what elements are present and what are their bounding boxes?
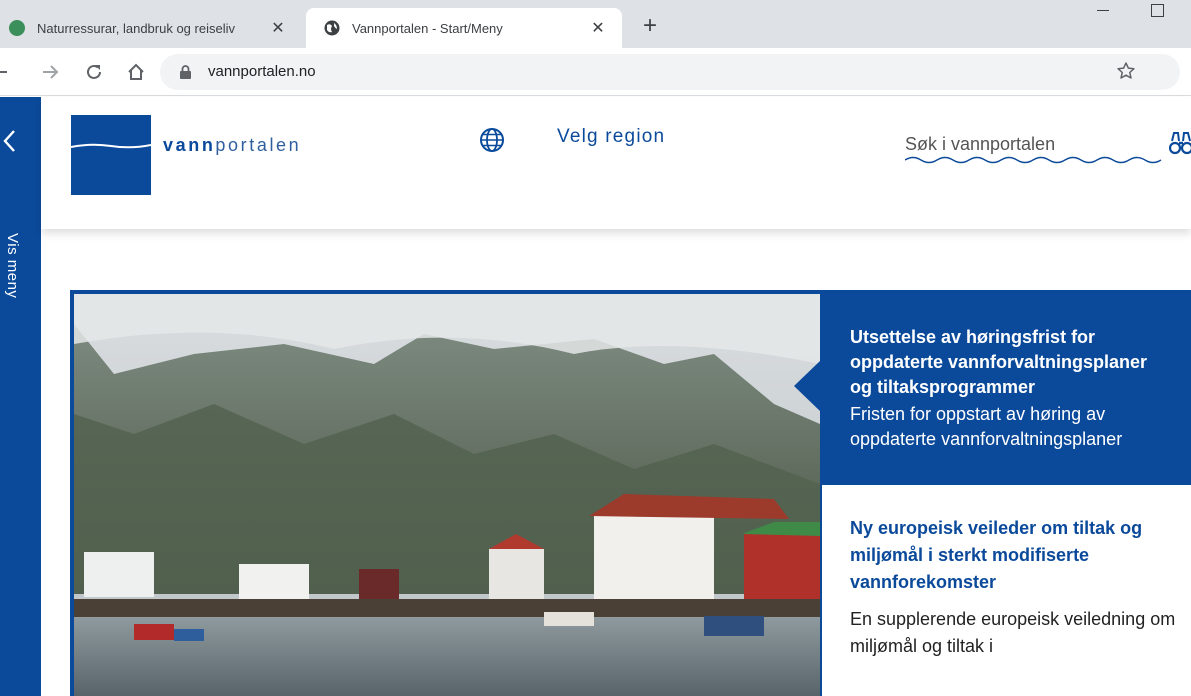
browser-tab-1[interactable]: Naturressurar, landbruk og reiseliv ✕ — [0, 8, 302, 48]
new-tab-button[interactable]: + — [638, 12, 662, 39]
binoculars-search-icon[interactable] — [1168, 131, 1191, 162]
logo-word-bold: vann — [163, 135, 216, 155]
reload-icon[interactable] — [82, 60, 106, 84]
browser-tab-2[interactable]: Vannportalen - Start/Meny ✕ — [306, 8, 622, 48]
url-text: vannportalen.no — [208, 63, 316, 80]
address-bar[interactable]: vannportalen.no — [160, 54, 1180, 90]
window-maximize-icon[interactable] — [1151, 4, 1164, 17]
news-item[interactable]: Ny europeisk veileder om tiltak og miljø… — [822, 485, 1191, 696]
globe-icon[interactable] — [479, 127, 505, 158]
bookmark-star-icon[interactable] — [1116, 61, 1136, 86]
back-arrow-icon[interactable] — [0, 60, 12, 84]
lock-icon[interactable] — [180, 65, 191, 84]
globe-favicon-icon — [324, 20, 340, 36]
tab-title: Naturressurar, landbruk og reiseliv — [37, 20, 235, 36]
news-headline[interactable]: Utsettelse av høringsfrist for oppdatert… — [850, 325, 1170, 400]
side-menu[interactable]: Vis meny — [0, 97, 41, 696]
tab-close-icon[interactable]: ✕ — [588, 18, 608, 38]
news-item[interactable]: Utsettelse av høringsfrist for oppdatert… — [850, 325, 1170, 452]
site-header: vannportalen Velg region — [41, 97, 1191, 229]
news-headline[interactable]: Ny europeisk veileder om tiltak og miljø… — [850, 515, 1180, 596]
logo-word-light: portalen — [215, 135, 302, 155]
browser-tabstrip: Naturressurar, landbruk og reiseliv ✕ Va… — [0, 0, 1191, 48]
side-menu-label[interactable]: Vis meny — [4, 233, 21, 298]
vannportalen-logo-icon[interactable] — [71, 115, 151, 195]
site-favicon-icon — [9, 20, 25, 36]
chevron-left-icon[interactable] — [3, 129, 17, 158]
forward-arrow-icon[interactable] — [38, 60, 62, 84]
home-icon[interactable] — [124, 60, 148, 84]
harbor-photo — [74, 294, 820, 696]
browser-toolbar: vannportalen.no S — [0, 48, 1191, 133]
tab-title: Vannportalen - Start/Meny — [352, 20, 503, 36]
logo-wordmark[interactable]: vannportalen — [163, 135, 301, 156]
window-minimize-icon[interactable] — [1091, 0, 1115, 20]
search-input[interactable] — [905, 131, 1145, 157]
news-summary: Fristen for oppstart av høring av oppdat… — [850, 404, 1123, 449]
news-summary: En supplerende europeisk veiledning om m… — [850, 609, 1176, 656]
select-region-link[interactable]: Velg region — [557, 126, 665, 148]
site-search — [905, 131, 1191, 171]
news-pointer-arrow — [794, 360, 821, 412]
tab-close-icon[interactable]: ✕ — [268, 18, 288, 38]
search-underline-wave — [905, 156, 1162, 164]
